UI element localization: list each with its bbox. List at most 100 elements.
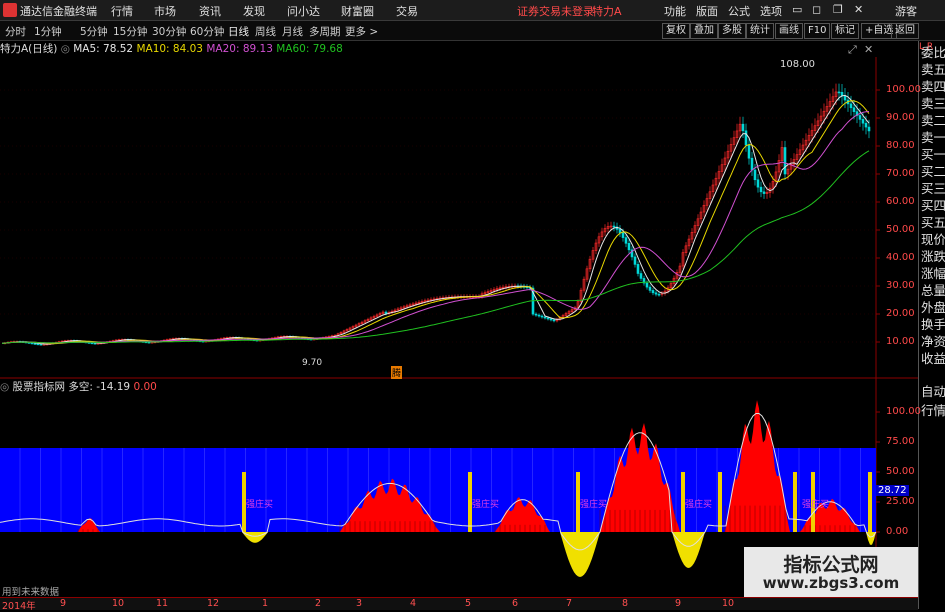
candle-body bbox=[36, 343, 40, 346]
main-y-tick-label: 60.00 bbox=[886, 196, 915, 207]
date-tick-label: 2014年 bbox=[2, 601, 36, 612]
candle-body bbox=[837, 91, 841, 94]
signal-bar bbox=[868, 472, 872, 532]
date-tick-label: 9 bbox=[675, 598, 682, 609]
date-tick-label: 10 bbox=[722, 598, 735, 609]
signal-text: 强庄买 bbox=[580, 500, 608, 510]
sub-settings-icon[interactable]: ◎ bbox=[0, 381, 9, 393]
side-panel-item[interactable]: 涨幅 bbox=[921, 267, 945, 281]
signal-text: 强庄买 bbox=[802, 500, 830, 510]
candle-body bbox=[633, 256, 637, 265]
candle-body bbox=[762, 191, 766, 194]
date-tick-label: 12 bbox=[207, 598, 220, 609]
date-tick-label: 6 bbox=[512, 598, 519, 609]
candle-body bbox=[750, 157, 754, 171]
side-panel-item[interactable]: 净资 bbox=[921, 335, 945, 349]
yellow-dip bbox=[560, 532, 600, 577]
main-y-tick-label: 90.00 bbox=[886, 112, 915, 123]
candle-body bbox=[651, 290, 655, 294]
side-panel-item[interactable]: 现价 bbox=[921, 233, 945, 247]
side-panel-item[interactable]: 买五 bbox=[921, 216, 945, 230]
candle-body bbox=[30, 342, 34, 345]
main-y-tick-label: 70.00 bbox=[886, 168, 915, 179]
main-y-tick-label: 10.00 bbox=[886, 336, 915, 347]
candle-body bbox=[627, 243, 631, 251]
ma10-line bbox=[1, 100, 870, 345]
candle-body bbox=[90, 342, 94, 345]
side-panel-item[interactable]: 买四 bbox=[921, 199, 945, 213]
candle-body bbox=[864, 122, 868, 128]
side-panel-item[interactable]: 外盘 bbox=[921, 301, 945, 315]
side-panel-item[interactable]: 涨跌 bbox=[921, 250, 945, 264]
candle-body bbox=[747, 144, 751, 159]
date-tick-label: 7 bbox=[566, 598, 573, 609]
high-annotation: 108.00 bbox=[780, 59, 815, 70]
watermark-title: 指标公式网 bbox=[783, 554, 879, 576]
side-panel-item[interactable]: 卖三 bbox=[921, 97, 945, 111]
candle-body bbox=[546, 317, 550, 320]
side-panel-item[interactable]: 买二 bbox=[921, 165, 945, 179]
candle-body bbox=[741, 123, 745, 132]
sub-y-tick-label: 100.00 bbox=[886, 406, 921, 417]
date-tick-label: 5 bbox=[465, 598, 472, 609]
candle-body bbox=[39, 343, 43, 346]
side-panel-item[interactable]: 卖五 bbox=[921, 63, 945, 77]
sub-indicator-zero: 0.00 bbox=[133, 381, 157, 393]
candle-body bbox=[537, 314, 541, 317]
candle-body bbox=[636, 264, 640, 274]
candle-body bbox=[639, 273, 643, 279]
signal-text: 强庄买 bbox=[472, 500, 500, 510]
side-panel-item[interactable]: 换手 bbox=[921, 318, 945, 332]
candle-body bbox=[645, 282, 649, 288]
date-tick-label: 9 bbox=[60, 598, 67, 609]
candle-body bbox=[384, 311, 388, 314]
candle-body bbox=[753, 169, 757, 181]
side-panel-item[interactable]: 买三 bbox=[921, 182, 945, 196]
candle-body bbox=[648, 286, 652, 291]
date-axis: 2014年 9 10 11 12 1 2 3 4 5 6 7 8 9 10 bbox=[0, 597, 918, 612]
candle-body bbox=[657, 293, 661, 296]
side-panel-mode[interactable]: 自动 bbox=[921, 385, 945, 399]
candle-body bbox=[624, 237, 628, 244]
yellow-dip bbox=[672, 532, 705, 568]
main-y-tick-label: 50.00 bbox=[886, 224, 915, 235]
side-panel-item[interactable]: 卖一 bbox=[921, 131, 945, 145]
main-y-tick-label: 40.00 bbox=[886, 252, 915, 263]
candle-body bbox=[849, 103, 853, 109]
candle-body bbox=[654, 292, 658, 295]
main-y-tick-label: 30.00 bbox=[886, 280, 915, 291]
sub-legend: ◎ 股票指标网 多空: -14.19 0.00 bbox=[0, 379, 157, 394]
watermark-url: www.zbgs3.com bbox=[762, 574, 900, 592]
signal-text: 强庄买 bbox=[685, 500, 713, 510]
kline-chart[interactable] bbox=[0, 0, 945, 609]
candle-body bbox=[540, 315, 544, 318]
candle-body bbox=[552, 319, 556, 322]
candle-body bbox=[759, 186, 763, 193]
candle-body bbox=[93, 342, 97, 345]
side-panel-item[interactable]: 卖四 bbox=[921, 80, 945, 94]
candle-body bbox=[843, 95, 847, 101]
sub-indicator-value: 多空: -14.19 bbox=[68, 381, 131, 393]
date-tick-label: 8 bbox=[622, 598, 629, 609]
sub-indicator-title: 股票指标网 bbox=[12, 381, 66, 393]
candle-body bbox=[756, 179, 760, 188]
side-panel-item[interactable]: 委比 bbox=[921, 46, 945, 60]
side-panel-item[interactable]: 总量 bbox=[921, 284, 945, 298]
candle-body bbox=[534, 313, 538, 316]
side-panel-item[interactable]: 卖二 bbox=[921, 114, 945, 128]
sub-y-tick-label: 50.00 bbox=[886, 466, 915, 477]
candle-body bbox=[618, 228, 622, 234]
side-panel-item[interactable]: 买一 bbox=[921, 148, 945, 162]
date-tick-label: 2 bbox=[315, 598, 322, 609]
candle-body bbox=[744, 130, 748, 146]
signal-bar bbox=[793, 472, 797, 532]
signal-bar bbox=[718, 472, 722, 532]
event-marker[interactable]: 腾 bbox=[391, 366, 403, 379]
ma5-line bbox=[1, 94, 870, 345]
side-panel-item[interactable]: 收益 bbox=[921, 352, 945, 366]
candle-body bbox=[783, 147, 787, 175]
signal-text: 强庄买 bbox=[246, 500, 274, 510]
main-y-tick-label: 80.00 bbox=[886, 140, 915, 151]
side-panel-mode[interactable]: 行情 bbox=[921, 404, 945, 418]
watermark: 指标公式网 www.zbgs3.com bbox=[744, 547, 918, 597]
